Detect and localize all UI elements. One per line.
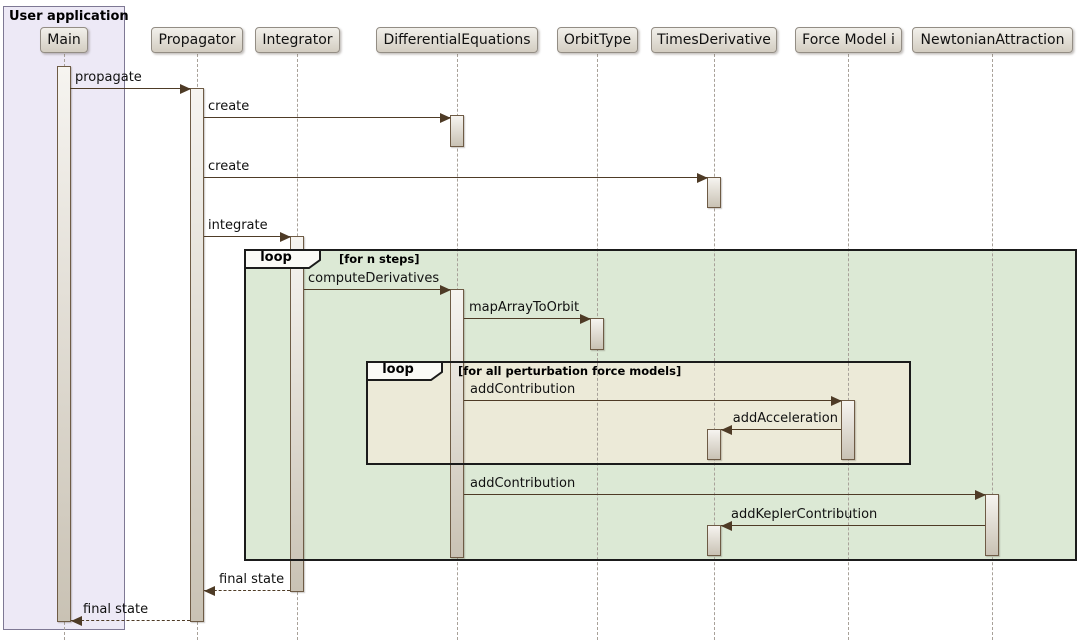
participant-propagator: Propagator [151, 27, 243, 53]
loop-guard-outer: [for n steps] [339, 252, 420, 266]
participant-integrator: Integrator [255, 27, 340, 53]
activation-bar-propagator [190, 88, 204, 622]
participant-newtonianattraction: NewtonianAttraction [912, 27, 1073, 53]
message-line-final-state-2 [71, 620, 190, 621]
arrowhead-right [280, 232, 291, 242]
message-line-integrate [204, 236, 290, 237]
message-label-integrate: integrate [208, 218, 268, 233]
participant-timesderivative: TimesDerivative [651, 27, 777, 53]
activation-bar-diffeq-create [450, 115, 464, 147]
frame-title: User application [4, 7, 124, 26]
message-label-final-state-2: final state [83, 602, 148, 617]
participant-orbittype: OrbitType [557, 27, 638, 53]
arrowhead-left [71, 616, 82, 626]
arrowhead-right [440, 113, 451, 123]
participant-main: Main [40, 27, 88, 53]
arrowhead-right [697, 173, 708, 183]
activation-bar-timesderivative-create [707, 177, 721, 208]
loop-operator-label: loop [366, 362, 430, 377]
activation-bar-main [57, 66, 71, 622]
arrowhead-right [180, 84, 191, 94]
message-label-create-2: create [208, 159, 249, 174]
message-label-propagate: propagate [75, 70, 142, 85]
message-line-create-2 [204, 177, 707, 178]
message-line-final-state-1 [204, 590, 290, 591]
loop-tab-outer: loop [244, 249, 322, 269]
message-line-propagate [70, 88, 190, 89]
participant-differentialequations: DifferentialEquations [376, 27, 538, 53]
loop-operator-label: loop [244, 250, 308, 265]
arrowhead-left [204, 586, 215, 596]
participant-force-model-i: Force Model i [795, 27, 902, 53]
message-label-create-1: create [208, 99, 249, 114]
message-label-final-state-1: final state [219, 572, 284, 587]
message-line-create-1 [204, 117, 450, 118]
loop-guard-inner: [for all perturbation force models] [458, 364, 681, 378]
sequence-diagram: User application Main Propagator Integra… [0, 0, 1086, 644]
loop-tab-inner: loop [366, 361, 444, 381]
